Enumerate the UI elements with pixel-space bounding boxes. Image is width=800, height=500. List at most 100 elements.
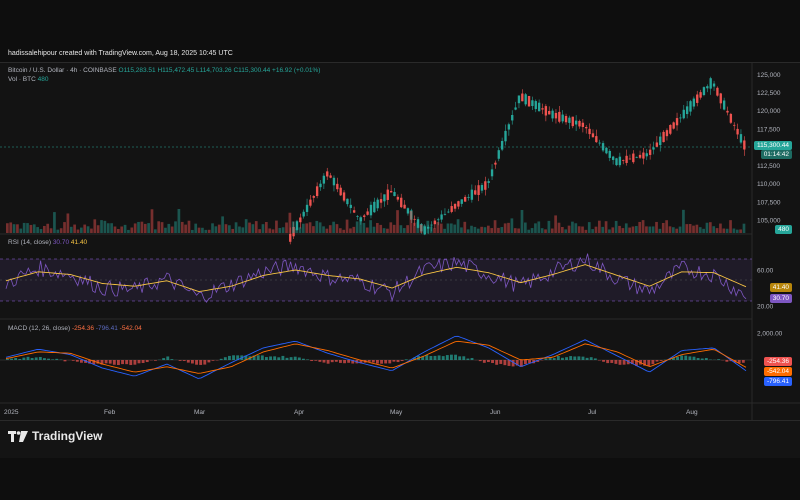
volume-bar (187, 220, 191, 233)
volume-bar (197, 227, 201, 233)
volume-bar (725, 228, 729, 233)
macd-histogram-bar (47, 358, 50, 360)
macd-histogram-bar (10, 358, 13, 360)
candle-body (638, 154, 642, 158)
volume-bar (362, 222, 366, 233)
macd-histogram-bar (22, 357, 26, 360)
candle-body (571, 116, 574, 127)
volume-bar (672, 227, 675, 233)
macd-histogram-bar (80, 360, 83, 363)
volume-bar (352, 226, 356, 233)
macd-histogram-bar (211, 360, 215, 361)
volume-bar (658, 228, 662, 233)
candle-body (595, 136, 598, 143)
volume-bar (540, 228, 544, 233)
macd-histogram-bar (622, 360, 626, 365)
volume-bar (564, 229, 568, 233)
volume-bar (715, 228, 719, 233)
volume-bar (594, 226, 598, 233)
time-tick-label: Aug (686, 409, 698, 416)
macd-histogram-bar (18, 358, 22, 360)
macd-histogram-bar (396, 360, 400, 363)
macd-histogram-bar (178, 360, 182, 361)
volume-bar (170, 226, 174, 233)
candle-body (558, 111, 561, 122)
volume-bar (315, 220, 319, 233)
volume-bar (238, 226, 241, 233)
macd-histogram-bar (491, 360, 494, 364)
volume-bar (695, 224, 699, 233)
volume-bar (295, 228, 298, 233)
macd-histogram-bar (606, 360, 610, 364)
macd-histogram-bar (256, 355, 260, 360)
volume-bar (722, 228, 726, 233)
macd-histogram-bar (659, 360, 663, 361)
macd-histogram-bar (561, 357, 564, 360)
volume-bar (140, 221, 144, 233)
volume-bar (547, 220, 551, 233)
volume-bar (43, 225, 46, 233)
volume-bar (157, 221, 161, 233)
volume-bar (93, 219, 97, 233)
macd-histogram-bar (285, 357, 289, 360)
macd-histogram-bar (293, 356, 297, 360)
candle-body (608, 150, 611, 158)
volume-bar (318, 222, 322, 233)
candle-body (585, 126, 588, 129)
volume-bar (382, 228, 386, 233)
volume-bar (631, 226, 635, 233)
chart-area[interactable]: 125,000122,500120,000117,500115,000112,5… (0, 62, 800, 421)
candle-body (511, 114, 514, 121)
volume-bar (19, 228, 23, 233)
candle-body (726, 110, 729, 113)
rsi-value: 30.70 (52, 239, 70, 246)
volume-bar (641, 220, 645, 233)
volume-bar (113, 226, 117, 233)
volume-bar (372, 226, 376, 233)
macd-histogram-bar (30, 358, 34, 360)
volume-bar (419, 224, 423, 233)
macd-histogram-bar (524, 360, 527, 365)
candle-body (349, 204, 352, 209)
rsi-legend: RSI (14, close) 30.70 41.40 (8, 239, 87, 246)
volume-bar (365, 227, 369, 233)
volume-bar (624, 223, 628, 233)
macd-histogram-bar (186, 360, 190, 363)
macd-histogram-bar (14, 357, 18, 360)
rsi-ma-tag: 41.40 (769, 283, 792, 292)
candle-body (669, 124, 672, 134)
chart-svg[interactable]: 125,000122,500120,000117,500115,000112,5… (0, 63, 800, 421)
candle-body (447, 211, 450, 213)
candle-body (386, 189, 389, 200)
tradingview-logo[interactable]: TradingView (8, 429, 102, 443)
volume-bar (732, 228, 736, 233)
price-tick-label: 112,500 (757, 163, 780, 170)
candle-body (722, 100, 726, 110)
macd-histogram-bar (219, 358, 223, 360)
volume-bar (561, 226, 564, 233)
volume-bar (591, 229, 594, 233)
volume-bar (231, 228, 235, 233)
volume-bar (16, 224, 19, 233)
volume-bar (510, 218, 514, 233)
macd-histogram-bar (433, 355, 437, 360)
macd-histogram-bar (117, 360, 120, 365)
candle-body (712, 83, 716, 87)
volume-bar (69, 226, 73, 233)
candle-body (305, 204, 309, 212)
volume-bar (224, 224, 228, 233)
volume-bar (147, 223, 150, 233)
volume-bar (490, 228, 494, 233)
macd-histogram-bar (6, 359, 9, 360)
volume-bar (480, 226, 483, 233)
macd-hist-tag: -254.36 (763, 357, 792, 366)
candle-body (329, 175, 332, 178)
macd-histogram-bar (388, 360, 392, 364)
candle-body (403, 204, 406, 209)
macd-histogram-bar (343, 360, 346, 364)
macd-histogram-bar (125, 360, 129, 365)
volume-bar (571, 221, 574, 233)
macd-histogram-bar (466, 358, 470, 360)
volume-bar (396, 210, 399, 233)
macd-histogram-bar (581, 356, 585, 360)
